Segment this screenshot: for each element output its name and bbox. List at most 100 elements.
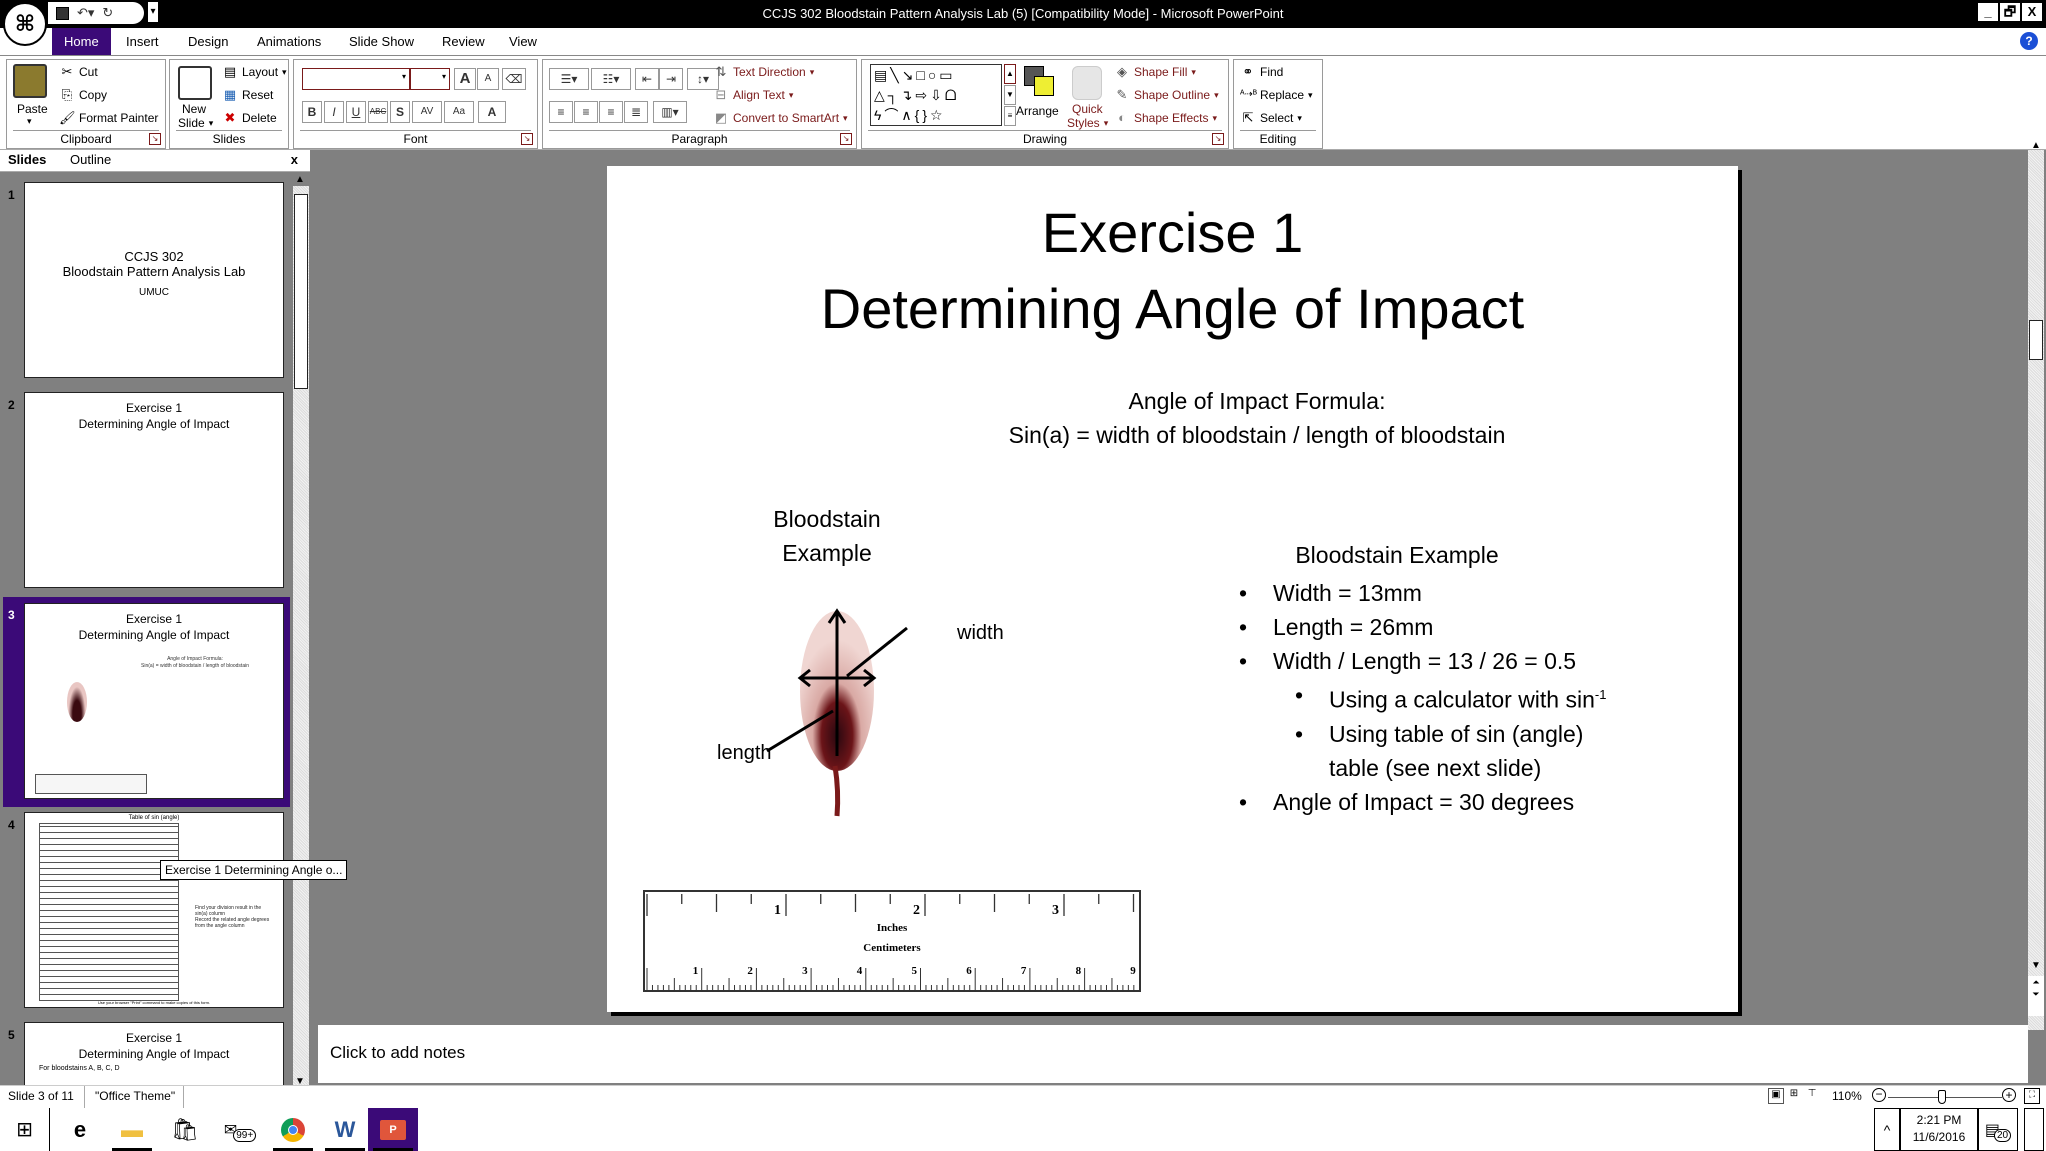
gallery-up-button[interactable]: ▲ (1004, 64, 1016, 84)
close-button[interactable]: X (2022, 3, 2042, 21)
zoom-level[interactable]: 110% (1832, 1089, 1862, 1103)
notes-pane[interactable]: Click to add notes (318, 1025, 2028, 1083)
zoom-slider-thumb[interactable] (1938, 1090, 1946, 1104)
minimize-button[interactable]: _ (1978, 3, 1998, 21)
character-spacing-button[interactable]: AV (412, 101, 442, 123)
file-explorer-icon[interactable]: ▬ (107, 1108, 157, 1151)
convert-smartart-button[interactable]: ◩ Convert to SmartArt ▾ (713, 110, 848, 126)
start-button[interactable]: ⊞ (0, 1108, 50, 1151)
word-icon[interactable]: W (320, 1108, 370, 1151)
increase-indent-button[interactable]: ⇥ (659, 68, 683, 90)
clear-formatting-icon[interactable]: ⌫ (502, 68, 526, 90)
paste-button[interactable]: Paste (17, 102, 48, 116)
copy-button[interactable]: ⎘ Copy (59, 87, 107, 103)
align-left-button[interactable]: ≡ (549, 101, 573, 123)
font-size-combo[interactable]: ▾ (410, 68, 450, 90)
align-center-button[interactable]: ≡ (574, 101, 598, 123)
redo-icon[interactable]: ↻ (102, 5, 113, 21)
find-button[interactable]: ⚭ Find (1240, 64, 1284, 80)
shape-fill-button[interactable]: ◈ Shape Fill ▾ (1114, 64, 1196, 80)
notes-placeholder[interactable]: Click to add notes (330, 1043, 465, 1063)
store-icon[interactable]: 🛍 (160, 1108, 210, 1151)
numbering-button[interactable]: ☷▾ (591, 68, 631, 90)
scroll-up-icon[interactable]: ▲ (295, 174, 305, 185)
strikethrough-button[interactable]: ABC (368, 101, 388, 123)
chrome-icon[interactable] (268, 1108, 318, 1151)
tab-home[interactable]: Home (52, 28, 111, 55)
tab-review[interactable]: Review (430, 32, 497, 55)
reset-button[interactable]: ▦ Reset (222, 87, 274, 103)
normal-view-icon[interactable]: ▣ (1768, 1088, 1784, 1104)
slides-panel-scrollbar[interactable]: ▲ ▼ (293, 174, 309, 1087)
next-slide-icon[interactable]: ⏷ (2028, 988, 2044, 1000)
italic-button[interactable]: I (324, 101, 344, 123)
font-launcher-icon[interactable]: ↘ (521, 133, 533, 145)
bold-button[interactable]: B (302, 101, 322, 123)
tab-design[interactable]: Design (176, 32, 240, 55)
cut-button[interactable]: ✂ Cut (59, 64, 98, 80)
fit-to-window-icon[interactable]: ⛶ (2024, 1088, 2040, 1104)
slide-canvas[interactable]: Exercise 1 Determining Angle of Impact A… (607, 166, 1738, 1012)
scroll-down-icon[interactable]: ▼ (2031, 960, 2041, 971)
show-hidden-icons-button[interactable]: ^ (1874, 1108, 1900, 1151)
clipboard-launcher-icon[interactable]: ↘ (149, 133, 161, 145)
scrollbar-thumb[interactable] (294, 194, 308, 389)
columns-button[interactable]: ▥▾ (653, 101, 687, 123)
new-slide-button[interactable]: Slide ▾ (178, 116, 213, 130)
paragraph-launcher-icon[interactable]: ↘ (840, 133, 852, 145)
powerpoint-icon[interactable]: P (368, 1108, 418, 1151)
slide-thumbnail-1[interactable]: CCJS 302 Bloodstain Pattern Analysis Lab… (24, 182, 284, 378)
decrease-indent-button[interactable]: ⇤ (635, 68, 659, 90)
previous-slide-icon[interactable]: ⏶ (2028, 976, 2044, 988)
tab-outline[interactable]: Outline (70, 152, 111, 167)
slideshow-view-icon[interactable]: ⊤ (1804, 1088, 1820, 1104)
slide-thumbnail-2[interactable]: Exercise 1 Determining Angle of Impact (24, 392, 284, 588)
align-text-button[interactable]: ⊟ Align Text ▾ (713, 87, 794, 103)
format-painter-button[interactable]: 🖌 Format Painter (59, 110, 158, 126)
justify-button[interactable]: ≣ (624, 101, 648, 123)
text-direction-button[interactable]: ⇅ Text Direction ▾ (713, 64, 815, 80)
prev-next-slide-buttons[interactable]: ⏶ ⏷ (2028, 976, 2044, 1016)
quick-styles-button[interactable]: Styles ▾ (1067, 116, 1108, 130)
tab-view[interactable]: View (497, 32, 549, 55)
close-panel-icon[interactable]: x (291, 152, 298, 167)
replace-button[interactable]: ᴬ⇢ᴮ Replace ▾ (1240, 87, 1313, 103)
shrink-font-button[interactable]: A (477, 68, 499, 90)
tab-animations[interactable]: Animations (245, 32, 333, 55)
shapes-row-3[interactable]: ϟ⌒∧{}☆ (874, 105, 1001, 125)
shapes-row-1[interactable]: ▤╲↘□○▭ (874, 65, 1001, 85)
gallery-more-button[interactable]: ≡ (1004, 106, 1016, 126)
shape-outline-button[interactable]: ✎ Shape Outline ▾ (1114, 87, 1219, 103)
zoom-out-button[interactable]: − (1872, 1088, 1886, 1102)
font-color-button[interactable]: A (478, 101, 506, 123)
paste-dropdown-icon[interactable]: ▾ (27, 116, 32, 127)
office-button[interactable]: ⌘ (3, 2, 47, 46)
action-center-button[interactable]: ▤ 20 (1978, 1108, 2018, 1151)
text-shadow-button[interactable]: S (390, 101, 410, 123)
mail-icon[interactable]: ✉ 99+ (215, 1108, 265, 1151)
help-icon[interactable]: ? (2020, 32, 2038, 50)
edge-icon[interactable]: e (55, 1108, 105, 1151)
shape-effects-button[interactable]: ◐ Shape Effects ▾ (1114, 110, 1217, 126)
slide-thumbnail-3[interactable]: Exercise 1 Determining Angle of Impact A… (24, 603, 284, 799)
gallery-down-button[interactable]: ▼ (1004, 85, 1016, 105)
slide-sorter-icon[interactable]: ⊞ (1786, 1088, 1802, 1104)
customize-qat-button[interactable]: ▾ (148, 2, 158, 22)
font-name-combo[interactable]: ▾ (302, 68, 410, 90)
drawing-launcher-icon[interactable]: ↘ (1212, 133, 1224, 145)
align-right-button[interactable]: ≡ (599, 101, 623, 123)
save-icon[interactable] (56, 6, 69, 20)
clock[interactable]: 2:21 PM 11/6/2016 (1900, 1108, 1978, 1151)
layout-button[interactable]: ▤ Layout ▾ (222, 64, 287, 80)
scrollbar-thumb[interactable] (2029, 320, 2043, 360)
slide-vertical-scrollbar[interactable]: ▲ ▼ ⏶ ⏷ (2028, 140, 2044, 1030)
tab-slide-show[interactable]: Slide Show (337, 32, 426, 55)
quick-styles-label-1[interactable]: Quick (1072, 102, 1103, 116)
slide-thumbnail-4[interactable]: Table of sin (angle) Find your division … (24, 812, 284, 1008)
delete-button[interactable]: ✖ Delete (222, 110, 277, 126)
undo-icon[interactable]: ↶▾ (77, 5, 94, 21)
tab-insert[interactable]: Insert (114, 32, 171, 55)
tab-slides[interactable]: Slides (8, 152, 46, 167)
arrange-button[interactable]: Arrange (1016, 104, 1059, 118)
show-desktop-button[interactable] (2024, 1108, 2044, 1151)
